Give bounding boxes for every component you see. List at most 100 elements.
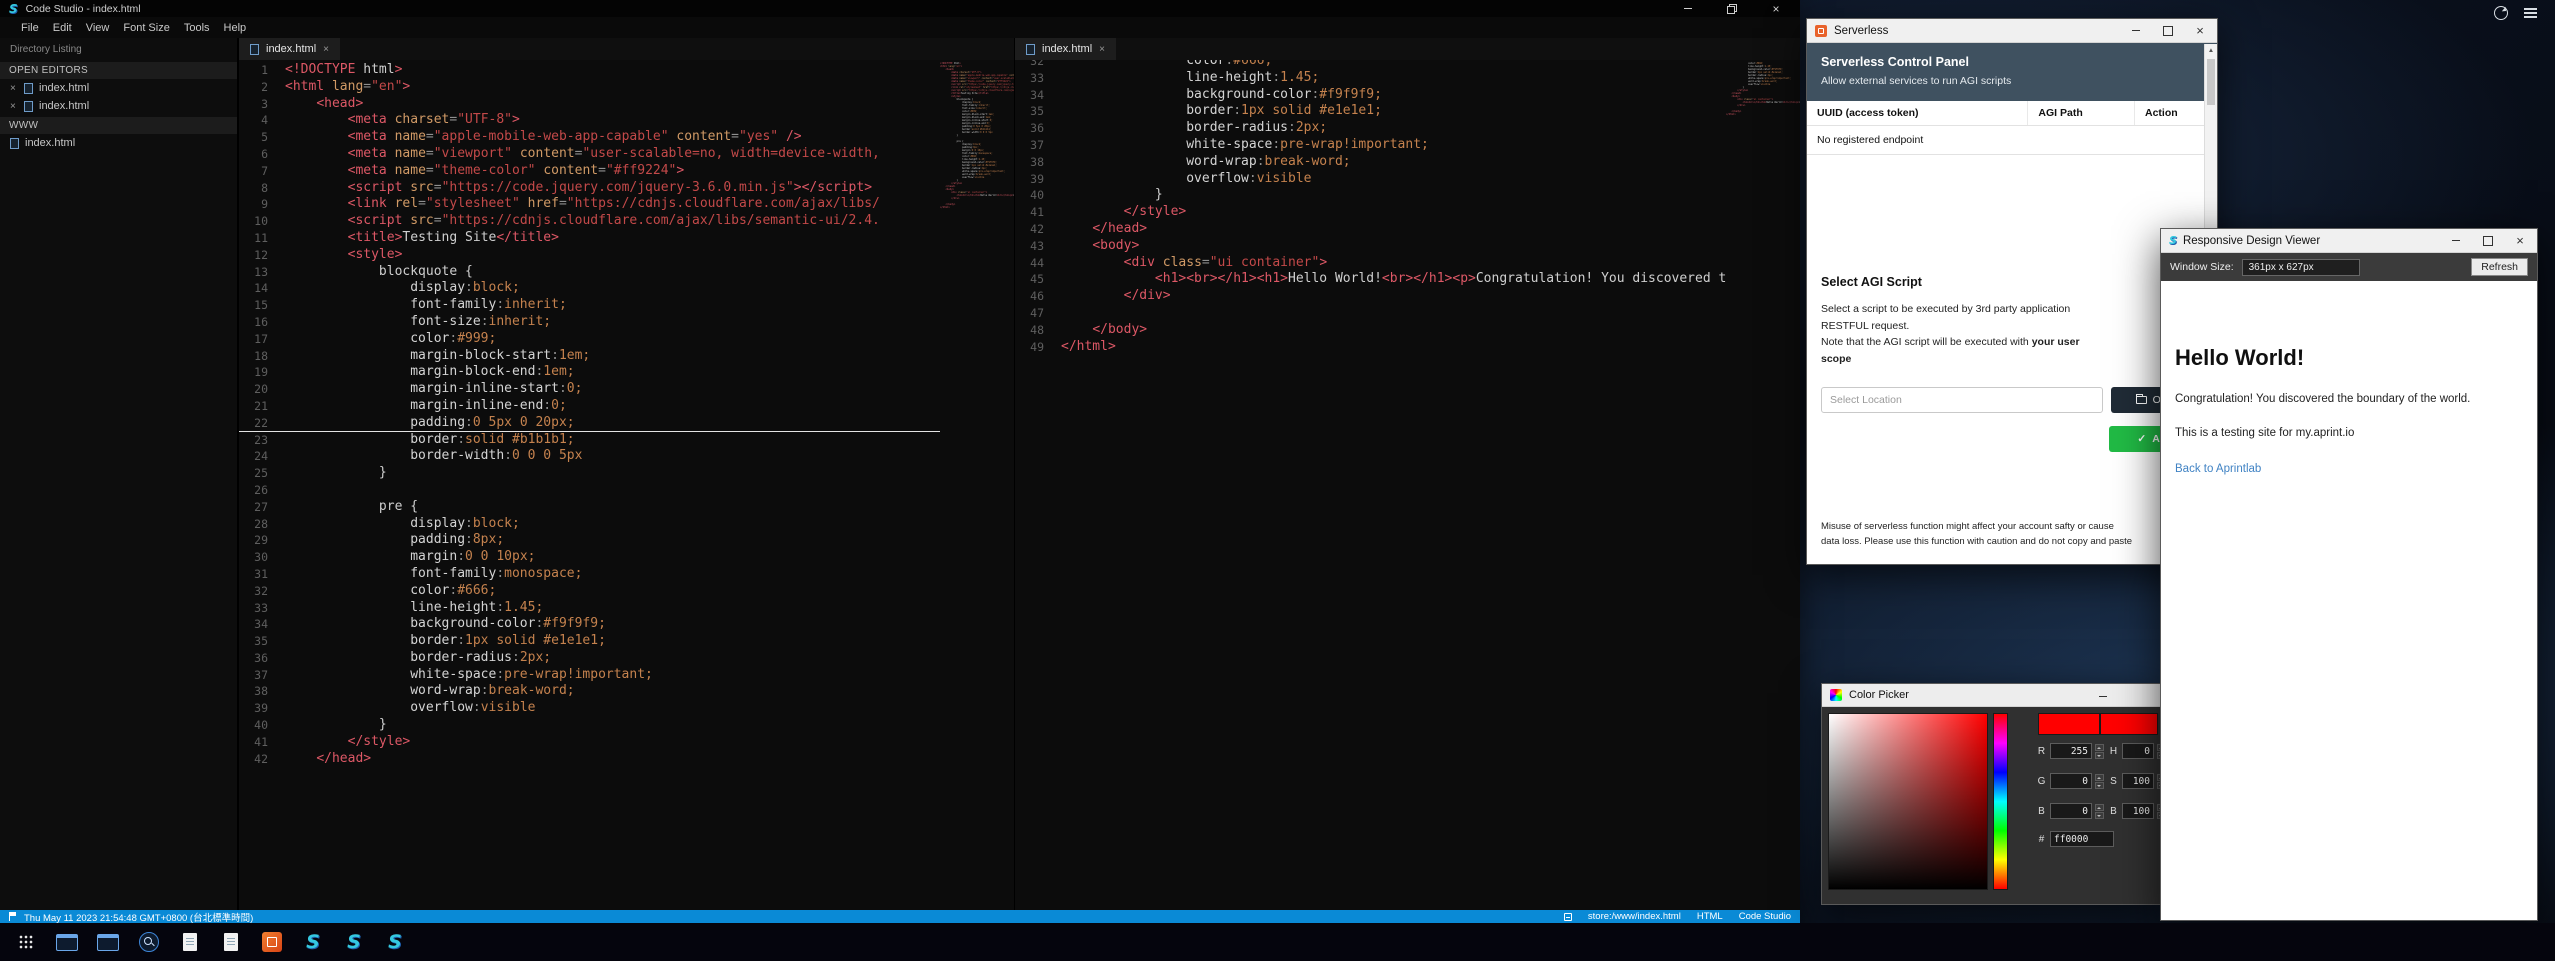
minimap[interactable]: color:#666; line-height:1.45; background… [1726, 60, 1800, 910]
green-stepper[interactable] [2095, 774, 2104, 789]
code-line[interactable]: 39 overflow:visible [239, 700, 940, 717]
code-line[interactable]: 37 white-space:pre-wrap!important; [239, 667, 940, 684]
code-line[interactable]: 3 <head> [239, 96, 940, 113]
restore-button[interactable] [1727, 4, 1737, 14]
close-button[interactable]: × [2511, 235, 2529, 247]
code-line[interactable]: 19 margin-block-end:1em; [239, 364, 940, 381]
green-input[interactable] [2050, 773, 2092, 789]
maximize-button[interactable] [2159, 25, 2177, 37]
minimize-button[interactable] [1679, 3, 1697, 15]
code-line[interactable]: 20 margin-inline-start:0; [239, 381, 940, 398]
hue-input[interactable] [2122, 743, 2154, 759]
code-line[interactable]: 35 border:1px solid #e1e1e1; [1015, 103, 1726, 120]
open-editors-section-header[interactable]: OPEN EDITORS [0, 62, 237, 79]
code-line[interactable]: 47 [1015, 305, 1726, 322]
code-line[interactable]: 36 border-radius:2px; [1015, 120, 1726, 137]
code-line[interactable]: 40 } [1015, 187, 1726, 204]
code-line[interactable]: 32 color:#666; [1015, 60, 1726, 70]
red-stepper[interactable] [2095, 744, 2104, 759]
maximize-button[interactable] [2479, 235, 2497, 247]
code-line[interactable]: 36 border-radius:2px; [239, 650, 940, 667]
code-line[interactable]: 44 <div class="ui container"> [1015, 255, 1726, 272]
refresh-icon[interactable] [2494, 6, 2508, 20]
code-editor-pane-1[interactable]: 1<!DOCTYPE html>2<html lang="en">3 <head… [239, 60, 1014, 910]
code-line[interactable]: 4 <meta charset="UTF-8"> [239, 112, 940, 129]
blue-input[interactable] [2050, 803, 2092, 819]
open-editor-item[interactable]: × index.html [0, 79, 237, 97]
code-line[interactable]: 2<html lang="en"> [239, 79, 940, 96]
code-line[interactable]: 6 <meta name="viewport" content="user-sc… [239, 146, 940, 163]
code-line[interactable]: 13 blockquote { [239, 264, 940, 281]
close-button[interactable]: × [1767, 3, 1785, 15]
code-line[interactable]: 34 background-color:#f9f9f9; [1015, 87, 1726, 104]
code-line[interactable]: 35 border:1px solid #e1e1e1; [239, 633, 940, 650]
code-line[interactable]: 26 [239, 482, 940, 499]
code-line[interactable]: 41 </style> [239, 734, 940, 751]
code-line[interactable]: 40 } [239, 717, 940, 734]
minimize-button[interactable] [2447, 235, 2465, 247]
close-icon[interactable]: × [323, 44, 329, 55]
back-to-aprintlab-link[interactable]: Back to Aprintlab [2175, 463, 2261, 475]
blue-stepper[interactable] [2095, 804, 2104, 819]
code-line[interactable]: 42 </head> [239, 751, 940, 768]
code-line[interactable]: 30 margin:0 0 10px; [239, 549, 940, 566]
hex-input[interactable] [2050, 831, 2114, 847]
code-line[interactable]: 42 </head> [1015, 221, 1726, 238]
code-line[interactable]: 49</html> [1015, 339, 1726, 356]
code-line[interactable]: 38 word-wrap:break-word; [1015, 154, 1726, 171]
brightness-input[interactable] [2122, 803, 2154, 819]
window-app-icon[interactable] [94, 927, 122, 957]
code-line[interactable]: 31 font-family:monospace; [239, 566, 940, 583]
code-line[interactable]: 9 <link rel="stylesheet" href="https://c… [239, 196, 940, 213]
code-line[interactable]: 29 padding:8px; [239, 532, 940, 549]
menu-file[interactable]: File [14, 22, 46, 34]
saturation-input[interactable] [2122, 773, 2154, 789]
serverless-app-icon[interactable] [258, 927, 286, 957]
menu-view[interactable]: View [79, 22, 117, 34]
code-line[interactable]: 32 color:#666; [239, 583, 940, 600]
scroll-up-icon[interactable]: ▲ [2205, 44, 2217, 54]
text-document-icon[interactable] [217, 927, 245, 957]
code-line[interactable]: 23 border:solid #b1b1b1; [239, 432, 940, 449]
refresh-button[interactable]: Refresh [2471, 258, 2528, 276]
code-studio-icon[interactable]: S [299, 927, 327, 957]
search-app-icon[interactable] [135, 927, 163, 957]
code-line[interactable]: 16 font-size:inherit; [239, 314, 940, 331]
tab-index-html[interactable]: index.html × [239, 38, 340, 60]
code-line[interactable]: 5 <meta name="apple-mobile-web-app-capab… [239, 129, 940, 146]
code-line[interactable]: 10 <script src="https://cdnjs.cloudflare… [239, 213, 940, 230]
code-line[interactable]: 33 line-height:1.45; [1015, 70, 1726, 87]
tab-index-html[interactable]: index.html × [1015, 38, 1116, 60]
close-icon[interactable]: × [10, 101, 18, 112]
code-line[interactable]: 14 display:block; [239, 280, 940, 297]
agi-script-location-input[interactable] [1821, 387, 2103, 413]
code-line[interactable]: 28 display:block; [239, 516, 940, 533]
code-line[interactable]: 15 font-family:inherit; [239, 297, 940, 314]
code-studio-icon[interactable]: S [340, 927, 368, 957]
code-line[interactable]: 18 margin-block-start:1em; [239, 348, 940, 365]
hamburger-menu-icon[interactable] [2524, 8, 2537, 18]
menu-tools[interactable]: Tools [177, 22, 217, 34]
code-line[interactable]: 1<!DOCTYPE html> [239, 62, 940, 79]
status-file-path[interactable]: store:/www/index.html [1588, 911, 1681, 922]
open-editor-item[interactable]: × index.html [0, 97, 237, 115]
saturation-value-picker[interactable] [1828, 713, 1988, 890]
code-line[interactable]: 7 <meta name="theme-color" content="#ff9… [239, 163, 940, 180]
code-line[interactable]: 25 } [239, 465, 940, 482]
code-line[interactable]: 11 <title>Testing Site</title> [239, 230, 940, 247]
code-line[interactable]: 41 </style> [1015, 204, 1726, 221]
minimap[interactable]: <!DOCTYPE html><html lang="en"> <head> <… [940, 60, 1014, 910]
code-line[interactable]: 43 <body> [1015, 238, 1726, 255]
app-launcher-icon[interactable] [12, 927, 40, 957]
menu-font-size[interactable]: Font Size [116, 22, 176, 34]
window-size-input[interactable] [2242, 259, 2360, 276]
code-line[interactable]: 37 white-space:pre-wrap!important; [1015, 137, 1726, 154]
code-line[interactable]: 12 <style> [239, 247, 940, 264]
code-line[interactable]: 21 margin-inline-end:0; [239, 398, 940, 415]
text-document-icon[interactable] [176, 927, 204, 957]
code-line[interactable]: 46 </div> [1015, 288, 1726, 305]
window-app-icon[interactable] [53, 927, 81, 957]
code-line[interactable]: 34 background-color:#f9f9f9; [239, 616, 940, 633]
code-line[interactable]: 27 pre { [239, 499, 940, 516]
menu-edit[interactable]: Edit [46, 22, 79, 34]
